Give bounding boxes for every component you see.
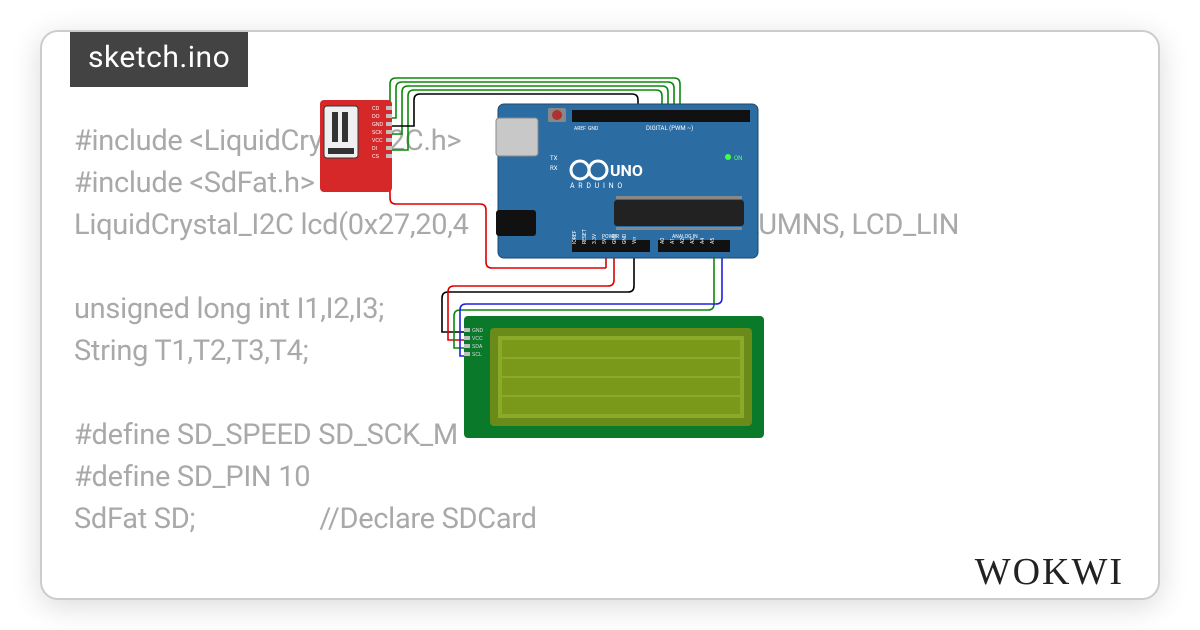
code-line: LiquidCrystal_I2C lcd(0x27,20,4 LCD_COLU… [74, 208, 959, 242]
filename-text: sketch.ino [88, 40, 230, 75]
svg-text:CD: CD [372, 106, 380, 112]
code-line: #define SD_PIN 10 [74, 460, 310, 494]
code-line: String T1,T2,T3,T4; [74, 334, 308, 368]
brand-logo: WOKWI [975, 550, 1124, 594]
brand-text: WOKWI [975, 551, 1124, 593]
code-line: SdFat SD; //Declare SDCard [74, 502, 537, 536]
filename-tab: sketch.ino [70, 30, 248, 87]
card-frame: sketch.ino #include <LiquidCrystal_I2C.h… [40, 30, 1160, 600]
code-line: #include <SdFat.h> [74, 166, 315, 200]
code-block: #include <LiquidCrystal_I2C.h> #include … [74, 120, 1134, 540]
code-line: #include <LiquidCrystal_I2C.h> [74, 124, 461, 158]
code-line: #define SD_SPEED SD_SCK_M [74, 418, 458, 452]
code-line: unsigned long int I1,I2,I3; [74, 292, 384, 326]
